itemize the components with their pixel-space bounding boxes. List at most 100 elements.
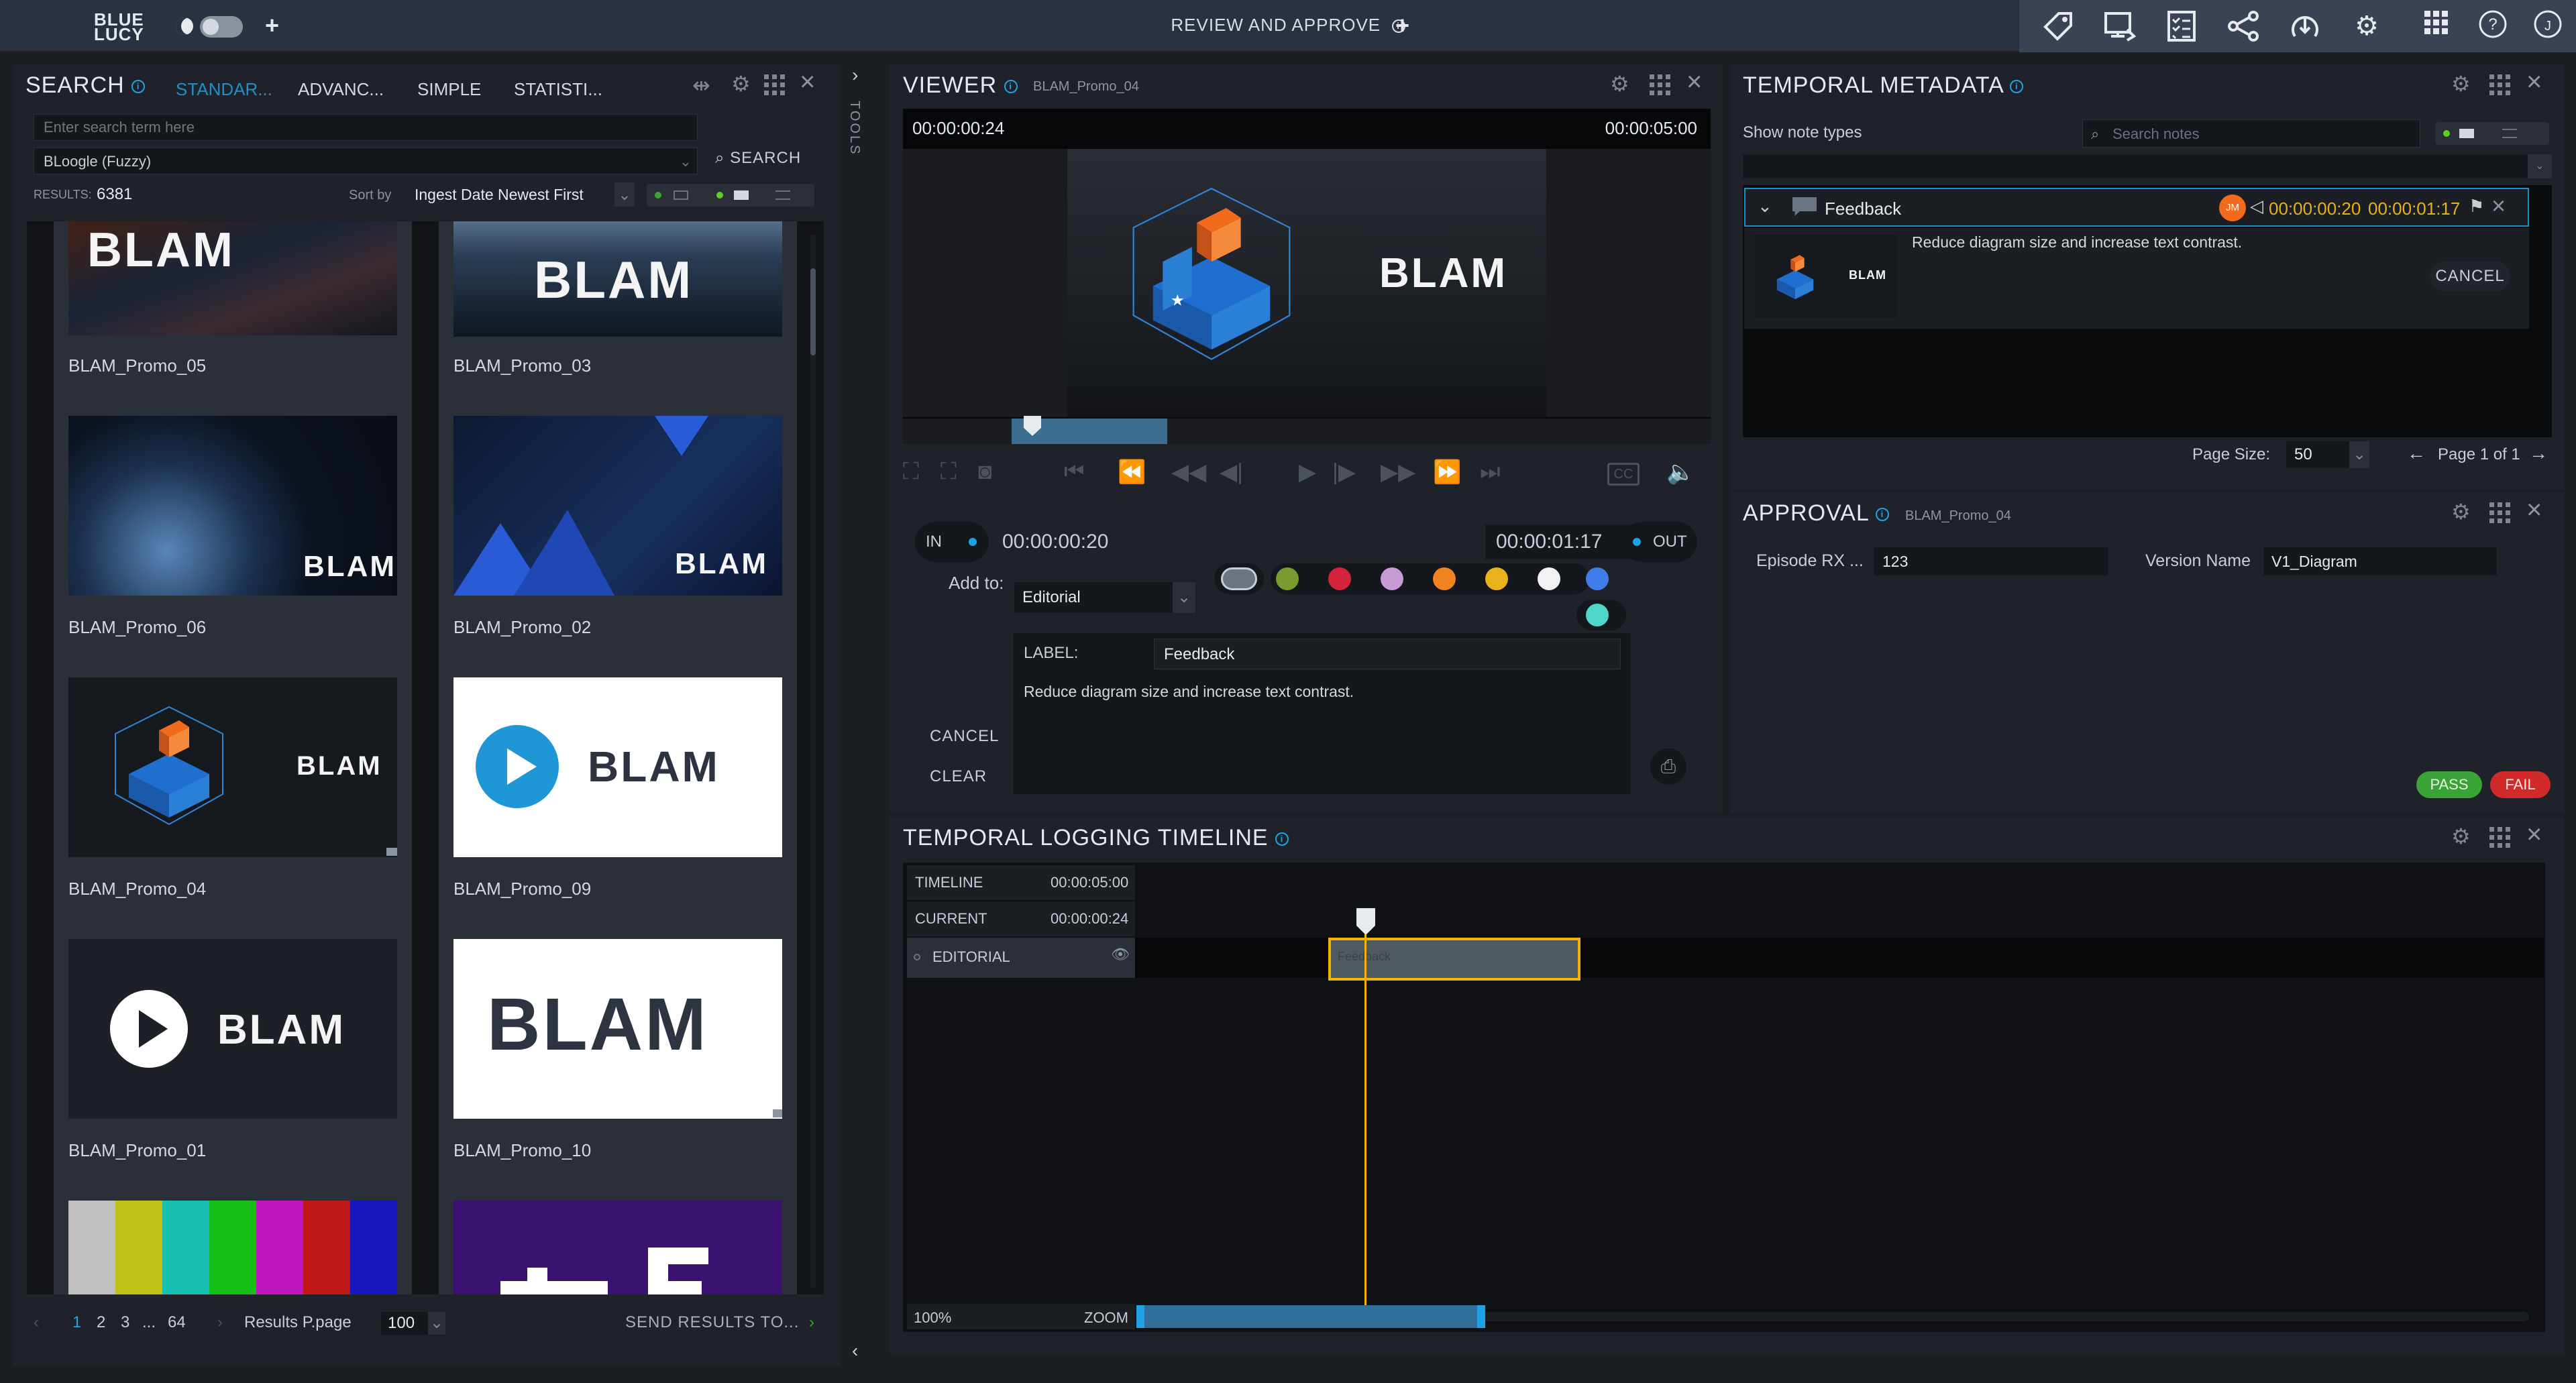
fullscreen-icon[interactable]: ⛶ [903, 459, 919, 485]
info-icon[interactable]: i [131, 80, 146, 94]
jump-to-in-icon[interactable]: ◁ [2250, 196, 2263, 217]
grid-icon[interactable] [2419, 9, 2454, 43]
user-icon[interactable]: J [2530, 9, 2565, 43]
result-card[interactable]: BLAM BLAM_Promo_06 [54, 416, 412, 679]
previous-marker-icon[interactable]: ⏪ [1118, 459, 1146, 486]
step-forward-icon[interactable]: |▶ [1332, 459, 1356, 486]
review-monitor-icon[interactable] [2102, 9, 2137, 43]
info-icon[interactable]: i [1004, 80, 1018, 94]
info-icon[interactable]: i [1275, 832, 1289, 846]
label-input[interactable]: Feedback [1154, 639, 1621, 669]
tools-label[interactable]: TOOLS [847, 101, 862, 156]
volume-icon[interactable]: 🔈 [1666, 459, 1695, 486]
note-out-timecode[interactable]: 00:00:01:17 [2368, 199, 2460, 219]
result-card[interactable]: BLAM BLAM_Promo_05 [54, 221, 412, 449]
chevron-down-icon[interactable]: ⌄ [1758, 196, 1772, 217]
page-link[interactable]: 64 [168, 1308, 186, 1337]
zoom-window[interactable] [1136, 1305, 1485, 1328]
gear-icon[interactable]: ⚙ [2451, 71, 2471, 97]
out-timecode[interactable]: 00:00:01:17 [1485, 524, 1633, 559]
result-card[interactable]: BLAM BLAM_Promo_01 [54, 939, 412, 1202]
next-page-icon[interactable]: › [217, 1308, 223, 1337]
note-textarea[interactable]: Reduce diagram size and increase text co… [1024, 683, 1354, 701]
next-marker-icon[interactable]: ⏩ [1433, 459, 1461, 486]
add-workspace-button[interactable]: + [265, 13, 279, 38]
result-card[interactable]: BLAM BLAM_Promo_03 [439, 221, 797, 449]
help-icon[interactable]: ? [2475, 9, 2510, 43]
result-card[interactable] [439, 1201, 797, 1294]
prev-page-icon[interactable]: ‹ [34, 1308, 39, 1337]
note-in-timecode[interactable]: 00:00:00:20 [2269, 199, 2361, 219]
close-icon[interactable]: × [2526, 820, 2542, 850]
search-input[interactable] [34, 114, 698, 141]
color-swatch[interactable] [1433, 567, 1456, 590]
color-swatch[interactable] [1586, 604, 1609, 626]
result-card[interactable]: BLAM BLAM_Promo_02 [439, 416, 797, 679]
info-icon[interactable]: i [1875, 508, 1889, 522]
result-card[interactable]: BLAM BLAM_Promo_09 [439, 677, 797, 940]
tab-statistics[interactable]: STATISTI... [514, 79, 602, 100]
version-input[interactable]: V1_Diagram [2263, 547, 2497, 575]
search-button[interactable]: ⌕ SEARCH [715, 149, 801, 168]
collapse-icon[interactable]: ⇹ [692, 72, 710, 98]
track-header[interactable]: EDITORIAL 👁 [907, 938, 1135, 978]
view-mode-toggles[interactable] [647, 184, 814, 207]
fail-button[interactable]: FAIL [2490, 771, 2551, 798]
note-view-toggles[interactable] [2435, 122, 2549, 145]
bluelucy-logo[interactable]: BLUE LUCY [94, 11, 148, 43]
info-icon[interactable]: i [2010, 80, 2024, 94]
add-to-select[interactable]: Editorial ⌄ [1014, 582, 1195, 613]
transfer-icon[interactable] [2288, 9, 2322, 43]
eye-icon[interactable]: 👁 [1111, 946, 1130, 963]
skip-start-icon[interactable]: ⏮ [1064, 459, 1085, 485]
close-icon[interactable]: × [1686, 67, 1702, 97]
out-button[interactable]: OUT [1623, 522, 1697, 562]
tag-icon[interactable] [2041, 9, 2076, 43]
scrollbar-thumb[interactable] [810, 268, 816, 355]
step-back-icon[interactable]: ◀| [1220, 459, 1243, 486]
page-link[interactable]: 3 [121, 1308, 129, 1337]
sort-select[interactable]: Ingest Date Newest First ⌄ [407, 182, 635, 207]
cancel-button[interactable]: CANCEL [2430, 262, 2510, 291]
send-results-button[interactable]: SEND RESULTS TO... [625, 1308, 799, 1337]
result-card[interactable] [54, 1201, 412, 1294]
search-notes-input[interactable]: ⌕ Search notes [2082, 119, 2420, 148]
gear-icon[interactable]: ⚙ [731, 71, 751, 97]
card-view-toggle[interactable] [2443, 130, 2450, 137]
prev-page-icon[interactable]: ← [2407, 443, 2426, 464]
list-view-toggle[interactable] [655, 192, 661, 199]
gear-icon[interactable]: ⚙ [1610, 71, 1629, 97]
tab-simple[interactable]: SIMPLE [417, 79, 481, 100]
color-swatch[interactable] [1586, 567, 1609, 590]
scrollbar[interactable] [810, 235, 816, 1288]
page-size-select[interactable]: 50 ⌄ [2286, 441, 2369, 468]
in-button[interactable]: IN [915, 522, 989, 562]
color-swatch[interactable] [1538, 567, 1560, 590]
workflow-icon[interactable] [2226, 9, 2261, 43]
close-icon[interactable]: × [2526, 495, 2542, 525]
gear-icon[interactable]: ⚙ [2451, 499, 2471, 524]
result-card[interactable]: BLAM BLAM_Promo_10 [439, 939, 797, 1202]
expand-icon[interactable]: ⛶ [941, 459, 957, 485]
next-page-icon[interactable]: → [2529, 443, 2548, 464]
add-tab-button[interactable]: + [1395, 13, 1409, 38]
tab-standard[interactable]: STANDAR... [176, 79, 272, 100]
note-header[interactable]: ⌄ Feedback JM ◁ 00:00:00:20 00:00:01:17 … [1744, 188, 2529, 227]
color-swatch[interactable] [1221, 567, 1257, 590]
play-icon[interactable]: ▶ [1299, 459, 1316, 486]
flag-icon[interactable]: ⚑ [2469, 196, 2484, 217]
page-link[interactable]: 1 [72, 1308, 81, 1337]
close-icon[interactable]: × [2526, 67, 2542, 97]
color-swatch[interactable] [1485, 567, 1508, 590]
cancel-button[interactable]: CANCEL [930, 727, 999, 746]
grid-icon[interactable] [1649, 74, 1672, 100]
video-player[interactable]: 00:00:00:24 00:00:05:00 ★ BLAM [903, 109, 1711, 444]
grid-icon[interactable] [763, 74, 786, 102]
grid-icon[interactable] [2489, 502, 2512, 528]
delete-note-icon[interactable]: × [2491, 192, 2506, 220]
fast-forward-icon[interactable]: ▶▶ [1381, 459, 1415, 486]
grid-view-toggle[interactable] [716, 192, 723, 199]
gear-icon[interactable]: ⚙ [2349, 9, 2384, 43]
pass-button[interactable]: PASS [2416, 771, 2482, 798]
skip-end-icon[interactable]: ⏭ [1480, 459, 1501, 485]
